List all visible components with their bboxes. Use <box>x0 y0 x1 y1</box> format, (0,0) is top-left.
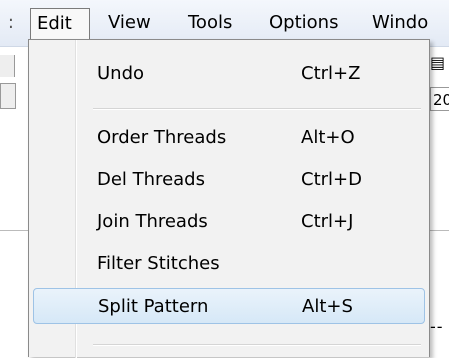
background-left <box>0 47 30 357</box>
menu-item-order-threads[interactable]: Order Threads Alt+O <box>33 120 425 156</box>
menu-tools[interactable]: Tools <box>188 8 232 38</box>
background-right: ▤ 20 -- <box>430 47 449 357</box>
divider <box>0 230 28 231</box>
printer-icon[interactable]: ▤ <box>430 53 448 75</box>
edit-menu-dropdown: Undo Ctrl+Z Order Threads Alt+O Del Thre… <box>28 39 430 358</box>
menu-item-undo[interactable]: Undo Ctrl+Z <box>33 56 425 92</box>
menu-item-shortcut: Alt+O <box>301 127 355 148</box>
toolbar-field-fragment <box>0 83 16 109</box>
menu-item-join-threads[interactable]: Join Threads Ctrl+J <box>33 204 425 240</box>
menu-item-del-threads[interactable]: Del Threads Ctrl+D <box>33 162 425 198</box>
menu-item-label: Order Threads <box>97 127 227 148</box>
menu-options[interactable]: Options <box>269 8 338 38</box>
menu-item-label: Join Threads <box>97 211 208 232</box>
menu-window[interactable]: Windo <box>372 8 428 38</box>
dash-line: -- <box>430 317 444 336</box>
menu-item-label: Split Pattern <box>98 296 209 317</box>
menu-separator <box>93 108 421 110</box>
divider <box>430 230 449 231</box>
toolbar-button-fragment <box>0 55 15 77</box>
menu-item-split-pattern[interactable]: Split Pattern Alt+S <box>33 288 425 324</box>
zoom-field[interactable]: 20 <box>430 87 449 111</box>
menu-edit[interactable]: Edit <box>30 8 90 40</box>
menu-item-filter-stitches[interactable]: Filter Stitches <box>33 246 425 282</box>
menu-separator <box>93 344 421 346</box>
menu-item-label: Undo <box>97 63 145 84</box>
menu-view[interactable]: View <box>108 8 151 38</box>
menu-item-shortcut: Alt+S <box>302 296 353 317</box>
menu-item-shortcut: Ctrl+Z <box>301 63 361 84</box>
menu-item-label: Filter Stitches <box>97 253 220 274</box>
menu-item-shortcut: Ctrl+J <box>301 211 354 232</box>
menu-item-shortcut: Ctrl+D <box>301 169 362 190</box>
menu-item-label: Del Threads <box>97 169 205 190</box>
menu-edge-fragment: : <box>7 12 14 33</box>
